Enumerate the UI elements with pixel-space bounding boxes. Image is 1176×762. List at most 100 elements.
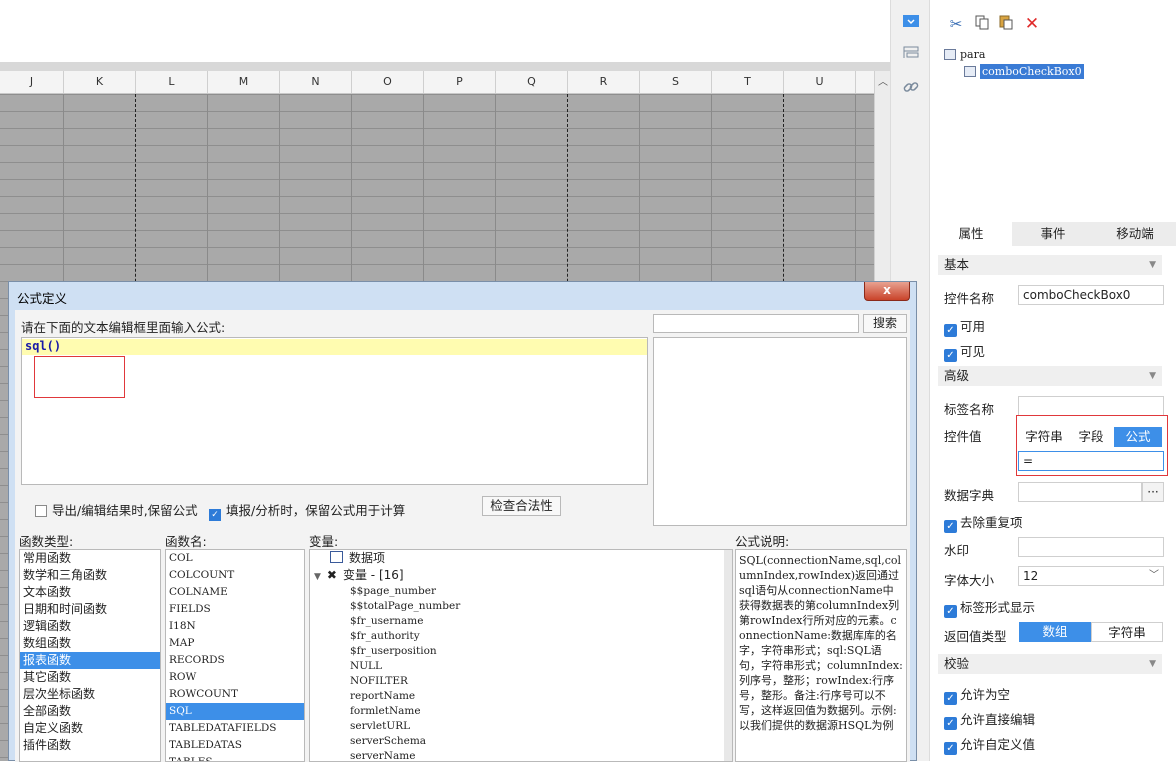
function-type-item[interactable]: 其它函数 xyxy=(20,669,160,686)
function-type-item[interactable]: 插件函数 xyxy=(20,737,160,754)
function-name-item[interactable]: MAP xyxy=(166,635,304,652)
variables-scrollbar[interactable] xyxy=(724,550,732,761)
column-header-n[interactable]: N xyxy=(280,71,352,93)
function-type-item[interactable]: 文本函数 xyxy=(20,584,160,601)
variable-group-node[interactable]: ▼ ✖ 变量 - [16] xyxy=(310,567,732,584)
function-type-item[interactable]: 日期和时间函数 xyxy=(20,601,160,618)
font-size-select[interactable]: 12 ﹀ xyxy=(1018,566,1164,586)
variable-item[interactable]: formletName xyxy=(310,704,732,719)
data-item-node[interactable]: 数据项 xyxy=(310,550,732,567)
value-mode-string[interactable]: 字符串 xyxy=(1020,427,1068,447)
enabled-checkbox[interactable]: ✓ 可用 xyxy=(944,316,985,337)
column-header-o[interactable]: O xyxy=(352,71,424,93)
check-validity-button[interactable]: 检查合法性 xyxy=(482,496,561,516)
function-name-item[interactable]: COLCOUNT xyxy=(166,567,304,584)
function-name-item[interactable]: COLNAME xyxy=(166,584,304,601)
variable-item[interactable]: NOFILTER xyxy=(310,674,732,689)
tag-name-input[interactable] xyxy=(1018,396,1164,416)
value-mode-field[interactable]: 字段 xyxy=(1068,427,1114,447)
function-type-item[interactable]: 数组函数 xyxy=(20,635,160,652)
delete-icon[interactable]: ✕ xyxy=(1022,14,1042,34)
variables-tree[interactable]: 数据项 ▼ ✖ 变量 - [16] $$page_number $$totalPag… xyxy=(309,549,733,762)
column-header-l[interactable]: L xyxy=(136,71,208,93)
return-type-string[interactable]: 字符串 xyxy=(1091,622,1163,642)
variable-item[interactable]: $fr_authority xyxy=(310,629,732,644)
function-name-item[interactable]: ROW xyxy=(166,669,304,686)
tab-mobile[interactable]: 移动端 xyxy=(1094,222,1176,246)
allow-custom-checkbox[interactable]: ✓ 允许自定义值 xyxy=(944,734,1035,755)
tab-events[interactable]: 事件 xyxy=(1012,222,1094,246)
function-type-item[interactable]: 逻辑函数 xyxy=(20,618,160,635)
variable-item[interactable]: $fr_userposition xyxy=(310,644,732,659)
function-name-item[interactable]: I18N xyxy=(166,618,304,635)
variable-item[interactable]: serverSchema xyxy=(310,734,732,749)
widget-list-icon[interactable] xyxy=(901,46,921,66)
function-name-item[interactable]: TABLEDATAS xyxy=(166,737,304,754)
formula-text[interactable]: sql() xyxy=(25,339,61,353)
section-validation[interactable]: 校验 ▼ xyxy=(938,654,1162,674)
allow-edit-checkbox[interactable]: ✓ 允许直接编辑 xyxy=(944,709,1035,730)
formula-input[interactable]: = xyxy=(1018,451,1164,471)
tree-node-para[interactable]: para xyxy=(944,48,985,61)
variable-item[interactable]: $$totalPage_number xyxy=(310,599,732,614)
name-input[interactable]: comboCheckBox0 xyxy=(1018,285,1164,305)
section-advanced[interactable]: 高级 ▼ xyxy=(938,366,1162,386)
search-button[interactable]: 搜索 xyxy=(863,314,907,333)
function-name-item[interactable]: ROWCOUNT xyxy=(166,686,304,703)
column-header-p[interactable]: P xyxy=(424,71,496,93)
function-names-list[interactable]: COL COLCOUNT COLNAME FIELDS I18N MAP REC… xyxy=(165,549,305,762)
function-type-item[interactable]: 自定义函数 xyxy=(20,720,160,737)
visible-checkbox[interactable]: ✓ 可见 xyxy=(944,341,985,362)
variable-item[interactable]: $$page_number xyxy=(310,584,732,599)
dedupe-checkbox[interactable]: ✓ 去除重复项 xyxy=(944,512,1023,533)
function-name-item-selected[interactable]: SQL xyxy=(166,703,304,720)
function-type-item-selected[interactable]: 报表函数 xyxy=(20,652,160,669)
close-button[interactable]: x xyxy=(864,282,910,301)
tag-display-checkbox[interactable]: ✓ 标签形式显示 xyxy=(944,597,1035,618)
function-name-item[interactable]: FIELDS xyxy=(166,601,304,618)
data-dictionary-button[interactable]: ··· xyxy=(1142,482,1164,502)
function-name-item[interactable]: RECORDS xyxy=(166,652,304,669)
function-type-item[interactable]: 层次坐标函数 xyxy=(20,686,160,703)
keep-formula-fill-checkbox[interactable]: ✓ 填报/分析时，保留公式用于计算 xyxy=(209,500,405,521)
paste-icon[interactable] xyxy=(996,14,1016,34)
function-types-list[interactable]: 常用函数 数学和三角函数 文本函数 日期和时间函数 逻辑函数 数组函数 报表函数… xyxy=(19,549,161,762)
combo-widget-icon[interactable] xyxy=(901,14,921,34)
allow-empty-checkbox[interactable]: ✓ 允许为空 xyxy=(944,684,1010,705)
function-search-input[interactable] xyxy=(653,314,859,333)
column-header-m[interactable]: M xyxy=(208,71,280,93)
function-type-item[interactable]: 常用函数 xyxy=(20,550,160,567)
tree-node-combocheckbox[interactable]: comboCheckBox0 xyxy=(964,64,1084,79)
column-header-s[interactable]: S xyxy=(640,71,712,93)
value-mode-formula[interactable]: 公式 xyxy=(1114,427,1162,447)
column-header-t[interactable]: T xyxy=(712,71,784,93)
data-dictionary-input[interactable] xyxy=(1018,482,1142,502)
section-basic[interactable]: 基本 ▼ xyxy=(938,255,1162,275)
function-name-item[interactable]: COL xyxy=(166,550,304,567)
variable-item[interactable]: reportName xyxy=(310,689,732,704)
function-type-item[interactable]: 数学和三角函数 xyxy=(20,567,160,584)
link-icon[interactable] xyxy=(901,78,921,98)
scroll-up-icon[interactable]: ︿ xyxy=(875,73,891,88)
formula-editor[interactable]: sql() xyxy=(21,337,648,485)
chevron-down-icon[interactable]: ﹀ xyxy=(1149,567,1159,585)
variable-item[interactable]: $fr_username xyxy=(310,614,732,629)
function-name-item[interactable]: TABLEDATAFIELDS xyxy=(166,720,304,737)
cut-icon[interactable]: ✂ xyxy=(946,14,966,34)
column-header-k[interactable]: K xyxy=(64,71,136,93)
copy-icon[interactable] xyxy=(972,14,992,34)
keep-formula-export-checkbox[interactable]: 导出/编辑结果时,保留公式 xyxy=(35,500,198,519)
variable-item[interactable]: servletURL xyxy=(310,719,732,734)
column-header-u[interactable]: U xyxy=(784,71,856,93)
tab-properties[interactable]: 属性 xyxy=(930,222,1012,246)
chevron-down-icon[interactable]: ▼ xyxy=(314,572,321,582)
variable-item[interactable]: NULL xyxy=(310,659,732,674)
watermark-input[interactable] xyxy=(1018,537,1164,557)
function-type-item[interactable]: 全部函数 xyxy=(20,703,160,720)
search-results-list[interactable] xyxy=(653,337,907,526)
return-type-array[interactable]: 数组 xyxy=(1019,622,1091,642)
variable-item[interactable]: serverName xyxy=(310,749,732,761)
column-header-r[interactable]: R xyxy=(568,71,640,93)
column-header-j[interactable]: J xyxy=(0,71,64,93)
column-header-q[interactable]: Q xyxy=(496,71,568,93)
